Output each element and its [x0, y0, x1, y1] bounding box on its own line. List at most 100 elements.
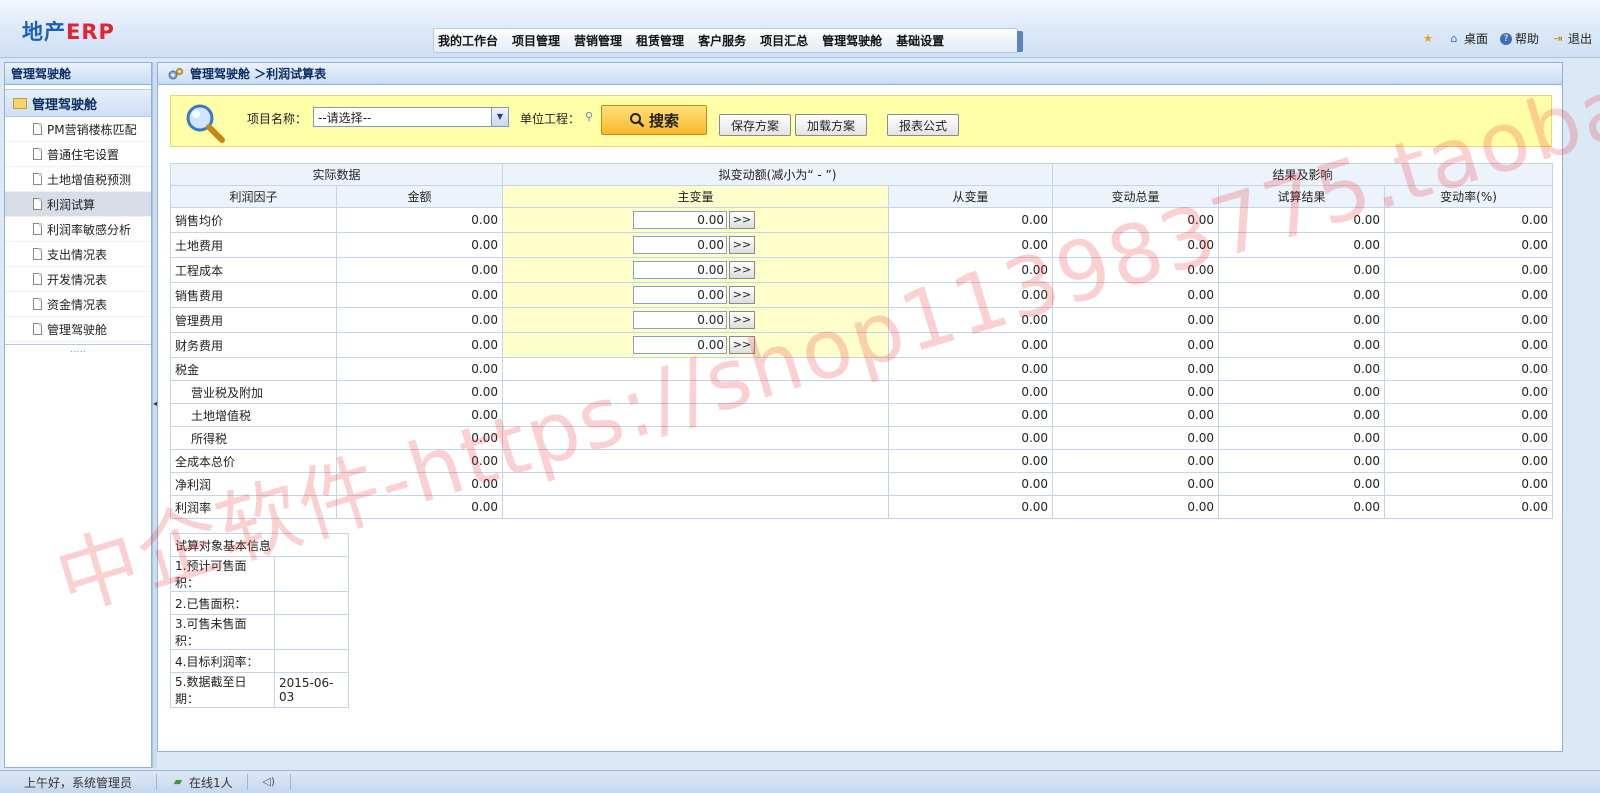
desktop-tool[interactable]: ⌂ 桌面: [1447, 30, 1488, 47]
sidebar-item-label: 开发情况表: [47, 272, 108, 287]
main-var-input[interactable]: 0.00: [633, 261, 728, 279]
header-tools: ★ ⌂ 桌面 ? 帮助 ⇥ 退出: [1421, 30, 1592, 47]
table-row: 所得税 0.00 0.00 0.00 0.00 0.00: [170, 426, 1554, 450]
speaker-icon: ◁): [262, 775, 276, 788]
app-logo: 地产ERP: [22, 16, 115, 46]
favorite-tool[interactable]: ★: [1421, 32, 1435, 46]
help-tool[interactable]: ? 帮助: [1499, 30, 1539, 47]
sidebar-item[interactable]: 支出情况表: [5, 242, 151, 267]
exit-icon: ⇥: [1553, 31, 1563, 45]
nav-end-cap: [1017, 31, 1023, 52]
apply-arrow-button[interactable]: >>: [729, 311, 756, 329]
unit-label: 单位工程：: [520, 112, 581, 126]
sidebar-item[interactable]: 普通住宅设置: [5, 142, 151, 167]
report-formula-button[interactable]: 报表公式: [887, 114, 959, 136]
main-var-input[interactable]: 0.00: [633, 286, 728, 304]
chevron-down-icon: ▼: [491, 108, 508, 126]
col-header-sub-var: 从变量: [888, 185, 1054, 208]
main-var-input[interactable]: 0.00: [633, 236, 728, 254]
total-cell: 0.00: [1052, 307, 1220, 333]
rate-cell: 0.00: [1384, 426, 1554, 450]
document-icon: [33, 148, 42, 160]
group-header-actual: 实际数据: [169, 163, 504, 186]
help-icon: ?: [1499, 32, 1512, 45]
sub-var-cell: 0.00: [888, 495, 1054, 519]
amount-cell: 0.00: [335, 232, 504, 258]
apply-arrow-button[interactable]: >>: [729, 261, 756, 279]
exit-tool[interactable]: ⇥ 退出: [1551, 30, 1592, 47]
nav-workbench[interactable]: 我的工作台: [438, 32, 498, 49]
main-var-cell: 0.00 >>: [502, 232, 890, 258]
nav-summary[interactable]: 项目汇总: [760, 32, 808, 49]
factor-cell: 财务费用: [170, 332, 337, 358]
main-var-input[interactable]: 0.00: [633, 336, 728, 354]
search-bar: 项目名称： --请选择-- ▼ 单位工程： ⚲ 搜索 保存方案 加载方案 报表公…: [170, 95, 1552, 147]
info-label: 4.目标利润率：: [170, 649, 275, 673]
info-value: [273, 649, 350, 673]
main-var-input[interactable]: 0.00: [633, 311, 728, 329]
sidebar-item-label: 资金情况表: [47, 297, 108, 312]
sidebar-item[interactable]: 资金情况表: [5, 292, 151, 317]
table-row: 营业税及附加 0.00 0.00 0.00 0.00 0.00: [170, 380, 1554, 404]
main-var-cell: 0.00 >>: [502, 207, 890, 233]
table-row: 管理费用 0.00 0.00 >> 0.00 0.00 0.00 0.00: [170, 307, 1554, 333]
main-var-input[interactable]: 0.00: [633, 211, 728, 229]
sidebar-item[interactable]: 土地增值税预测: [5, 167, 151, 192]
table-row: 销售均价 0.00 0.00 >> 0.00 0.00 0.00 0.00: [170, 207, 1554, 233]
factor-cell: 所得税: [170, 426, 337, 450]
nav-cockpit[interactable]: 管理驾驶舱: [822, 32, 882, 49]
project-select-value: --请选择--: [318, 110, 372, 125]
nav-leasing[interactable]: 租赁管理: [636, 32, 684, 49]
nav-project[interactable]: 项目管理: [512, 32, 560, 49]
nav-marketing[interactable]: 营销管理: [574, 32, 622, 49]
factor-cell: 利润率: [170, 495, 337, 519]
breadcrumb-text: 管理驾驶舱 ＞利润试算表: [190, 67, 327, 81]
search-button[interactable]: 搜索: [601, 105, 707, 135]
nav-settings[interactable]: 基础设置: [896, 32, 944, 49]
sidebar-item-label: 支出情况表: [47, 247, 108, 262]
sidebar-item[interactable]: 管理驾驶舱: [5, 317, 151, 342]
save-scheme-button[interactable]: 保存方案: [719, 114, 791, 136]
status-sound[interactable]: ◁): [248, 774, 291, 790]
col-header-rate: 变动率(%): [1384, 185, 1554, 208]
result-cell: 0.00: [1218, 307, 1386, 333]
main-var-cell: [502, 449, 890, 473]
load-scheme-button[interactable]: 加载方案: [795, 114, 867, 136]
main-var-cell: 0.00 >>: [502, 332, 890, 358]
apply-arrow-button[interactable]: >>: [729, 336, 756, 354]
project-select[interactable]: --请选择-- ▼: [313, 107, 509, 127]
sidebar-item[interactable]: 利润试算: [5, 192, 151, 217]
sidebar-item[interactable]: 开发情况表: [5, 267, 151, 292]
col-header-factor: 利润因子: [170, 185, 337, 208]
sidebar-item[interactable]: 利润率敏感分析: [5, 217, 151, 242]
table-row: 净利润 0.00 0.00 0.00 0.00 0.00: [170, 472, 1554, 496]
info-row: 5.数据截至日期： 2015-06-03: [170, 672, 350, 708]
table-row: 销售费用 0.00 0.00 >> 0.00 0.00 0.00 0.00: [170, 282, 1554, 308]
result-cell: 0.00: [1218, 357, 1386, 381]
gears-icon: [168, 67, 183, 79]
sidebar-item[interactable]: PM营销楼栋匹配: [5, 117, 151, 142]
total-cell: 0.00: [1052, 449, 1220, 473]
apply-arrow-button[interactable]: >>: [729, 286, 756, 304]
sub-var-cell: 0.00: [888, 232, 1054, 258]
total-cell: 0.00: [1052, 257, 1220, 283]
document-icon: [33, 173, 42, 185]
sidebar-item-label: 普通住宅设置: [47, 147, 120, 162]
online-count: 在线1人: [189, 775, 233, 790]
sidebar-group[interactable]: 管理驾驶舱: [5, 89, 151, 117]
result-cell: 0.00: [1218, 282, 1386, 308]
group-header-change: 拟变动额(减小为“ - ”): [502, 163, 1054, 186]
unit-search-icon[interactable]: ⚲: [585, 110, 593, 123]
apply-arrow-button[interactable]: >>: [729, 236, 756, 254]
info-value: [273, 591, 350, 615]
main-var-cell: 0.00 >>: [502, 257, 890, 283]
document-icon: [33, 298, 42, 310]
rate-cell: 0.00: [1384, 403, 1554, 427]
nav-customer-service[interactable]: 客户服务: [698, 32, 746, 49]
status-online[interactable]: ▰ 在线1人: [157, 774, 248, 790]
total-cell: 0.00: [1052, 332, 1220, 358]
sidebar-resize-dots[interactable]: .....: [5, 344, 151, 355]
apply-arrow-button[interactable]: >>: [729, 211, 756, 229]
help-label: 帮助: [1514, 32, 1539, 46]
main-var-cell: [502, 357, 890, 381]
